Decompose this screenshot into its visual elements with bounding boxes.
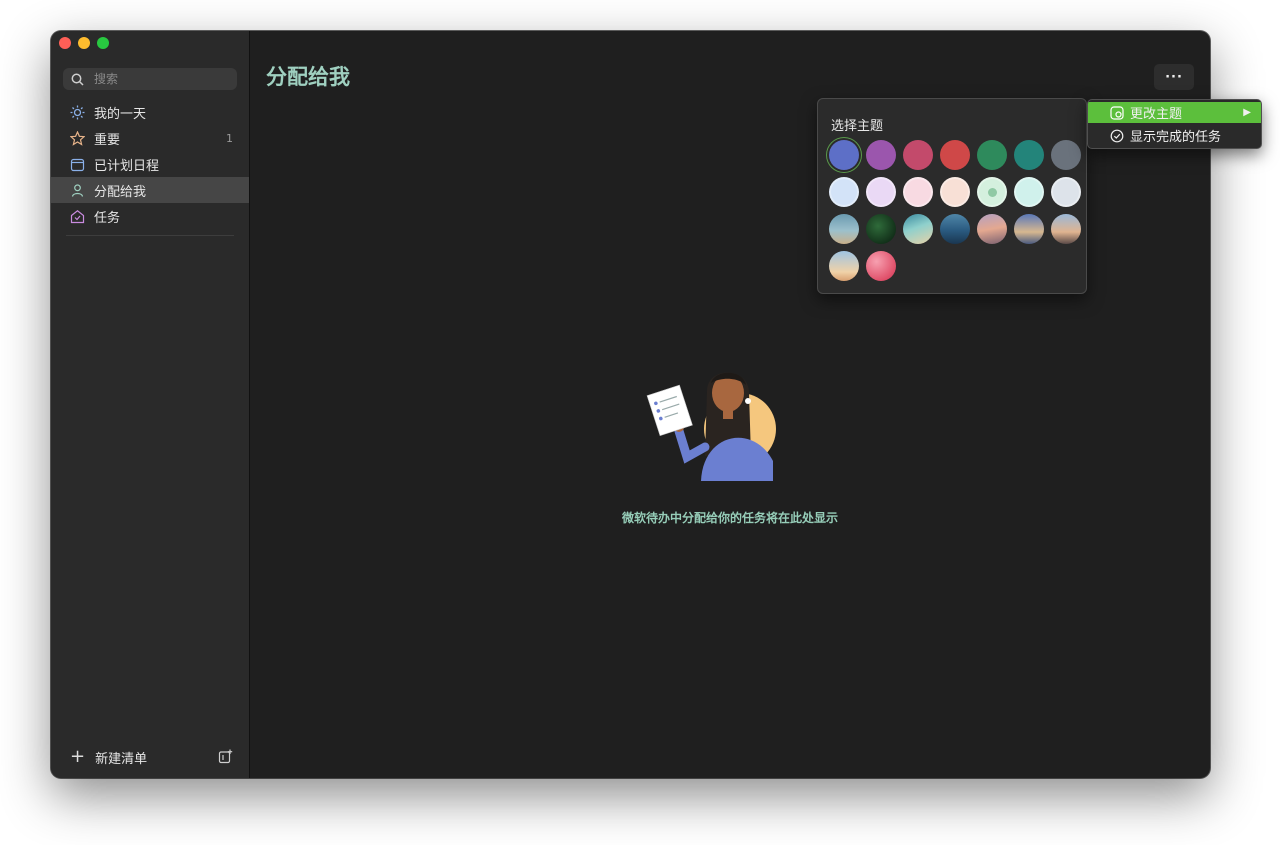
sidebar-item-label: 重要 [94,132,121,148]
zoom-window-button[interactable] [97,37,109,49]
person-icon [69,182,85,198]
assigned-empty-illustration [646,372,776,481]
theme-swatch-row [829,214,1081,244]
new-group-icon[interactable] [218,749,233,768]
sidebar: 我的一天 重要 1 已计划日程 [51,31,250,778]
theme-swatch-grid [829,140,1081,288]
item-count-badge: 1 [226,131,233,145]
home-icon [69,208,85,224]
theme-swatch-image[interactable] [1051,214,1081,244]
search-icon [71,73,84,86]
theme-swatch-image[interactable] [866,251,896,281]
close-window-button[interactable] [59,37,71,49]
page-title: 分配给我 [266,65,350,89]
sidebar-item-my-day[interactable]: 我的一天 [51,99,249,125]
sidebar-item-assigned-to-me[interactable]: 分配给我 [51,177,249,203]
theme-picker-title: 选择主题 [831,119,884,134]
sidebar-item-label: 分配给我 [94,184,147,200]
submenu-arrow-icon: ▶ [1243,107,1251,118]
menu-item-change-theme[interactable]: 更改主题 ▶ [1088,102,1261,123]
new-list-button[interactable]: + 新建清单 [51,746,249,768]
theme-icon [1110,105,1124,120]
sun-icon [69,104,85,120]
sidebar-item-label: 任务 [94,210,121,226]
menu-item-show-completed[interactable]: 显示完成的任务 [1088,125,1261,146]
search-input[interactable] [92,71,226,87]
theme-swatch-image[interactable] [829,214,859,244]
theme-swatch-color[interactable] [903,177,933,207]
window-controls [59,37,109,49]
sidebar-nav: 我的一天 重要 1 已计划日程 分配给我 任务 [51,99,249,229]
theme-swatch-row [829,251,1081,281]
sidebar-item-label: 我的一天 [94,106,147,122]
theme-swatch-color[interactable] [1014,140,1044,170]
menu-item-label: 更改主题 [1130,107,1183,122]
sidebar-item-label: 已计划日程 [94,158,160,174]
theme-swatch-color[interactable] [977,177,1007,207]
theme-swatch-color[interactable] [1051,140,1081,170]
theme-swatch-color[interactable] [1014,177,1044,207]
theme-swatch-color[interactable] [866,177,896,207]
star-icon [69,130,85,146]
sidebar-divider [66,235,234,236]
theme-swatch-image[interactable] [940,214,970,244]
theme-swatch-image[interactable] [829,251,859,281]
plus-icon: + [70,746,86,767]
theme-swatch-image[interactable] [866,214,896,244]
theme-swatch-image[interactable] [977,214,1007,244]
theme-swatch-color[interactable] [829,177,859,207]
check-circle-icon [1110,129,1124,143]
calendar-icon [69,156,85,172]
new-list-label: 新建清单 [95,751,148,767]
theme-swatch-color[interactable] [903,140,933,170]
theme-swatch-row [829,177,1081,207]
theme-swatch-color[interactable] [940,140,970,170]
theme-swatch-row [829,140,1081,170]
theme-swatch-image[interactable] [903,214,933,244]
theme-swatch-color[interactable] [829,140,859,170]
theme-swatch-image[interactable] [1014,214,1044,244]
theme-swatch-color[interactable] [1051,177,1081,207]
theme-swatch-color[interactable] [977,140,1007,170]
sidebar-item-planned[interactable]: 已计划日程 [51,151,249,177]
more-options-button[interactable]: ··· [1154,64,1194,90]
sidebar-item-tasks[interactable]: 任务 [51,203,249,229]
theme-swatch-color[interactable] [866,140,896,170]
menu-item-label: 显示完成的任务 [1130,130,1222,145]
minimize-window-button[interactable] [78,37,90,49]
search-box[interactable] [63,68,237,90]
empty-state-message: 微软待办中分配给你的任务将在此处显示 [621,511,838,525]
theme-swatch-color[interactable] [940,177,970,207]
theme-picker-popover: 选择主题 [817,98,1087,294]
sidebar-item-important[interactable]: 重要 1 [51,125,249,151]
more-options-menu: 更改主题 ▶ 显示完成的任务 [1087,99,1262,149]
